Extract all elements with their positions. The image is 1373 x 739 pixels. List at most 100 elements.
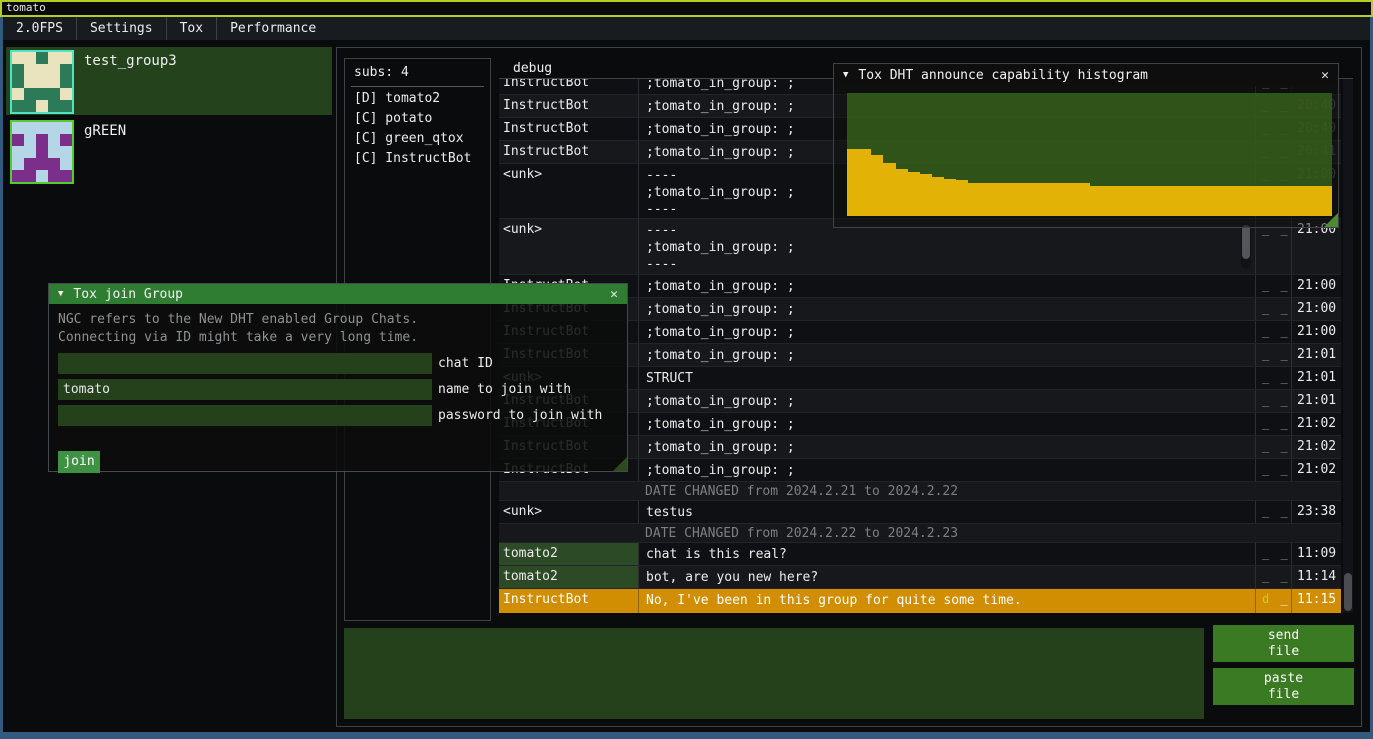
message-input[interactable] (344, 628, 1204, 719)
close-icon[interactable]: ✕ (610, 287, 618, 302)
histogram-bar (1138, 186, 1150, 216)
join-password-input[interactable] (58, 405, 432, 426)
sender-name[interactable]: InstructBot (499, 95, 638, 117)
message-scrollbar[interactable] (1241, 225, 1251, 269)
member-item[interactable]: [C] InstructBot (345, 147, 490, 167)
join-button[interactable]: join (58, 451, 100, 473)
delivery-status: _ _ (1255, 436, 1291, 458)
sender-name[interactable]: <unk> (499, 501, 638, 523)
menu-item-performance[interactable]: Performance (217, 17, 329, 40)
message-text[interactable]: ;tomato_in_group: ; (638, 436, 1255, 458)
message-text[interactable]: STRUCT (638, 367, 1255, 389)
menu-items: SettingsToxPerformance (77, 17, 329, 40)
histogram-bar (1271, 186, 1283, 216)
histogram-bar (944, 179, 956, 216)
message-text[interactable]: ;tomato_in_group: ; (638, 459, 1255, 481)
menu-bar: 2.0FPS SettingsToxPerformance (3, 17, 1370, 40)
join-password-label: password to join with (432, 405, 602, 426)
message-text[interactable]: No, I've been in this group for quite so… (638, 589, 1255, 613)
message-timestamp: 21:02 (1291, 436, 1341, 458)
tab-debug[interactable]: debug (513, 61, 552, 76)
message-timestamp: 21:01 (1291, 367, 1341, 389)
message-text[interactable]: bot, are you new here? (638, 566, 1255, 588)
member-item[interactable]: [D] tomato2 (345, 87, 490, 107)
histogram-bar (1005, 183, 1017, 216)
menu-item-settings[interactable]: Settings (77, 17, 166, 40)
message-text[interactable]: ;tomato_in_group: ; (638, 413, 1255, 435)
message-timestamp: 11:09 (1291, 543, 1341, 565)
delivery-status: _ _ (1255, 344, 1291, 366)
message-timestamp: 11:15 (1291, 589, 1341, 613)
sender-name[interactable]: <unk> (499, 219, 638, 274)
menu-item-tox[interactable]: Tox (167, 17, 216, 40)
delivery-status: _ _ (1255, 298, 1291, 320)
join-group-title: Tox join Group (73, 287, 610, 302)
member-item[interactable]: [C] green_qtox (345, 127, 490, 147)
histogram-bar (1199, 186, 1211, 216)
group-item-test_group3[interactable]: test_group3 (6, 47, 332, 115)
date-separator-row: DATE CHANGED from 2024.2.22 to 2024.2.23 (499, 523, 1341, 542)
empty-name-cell (499, 524, 638, 542)
resize-grip[interactable] (613, 457, 627, 471)
histogram-bar (1296, 186, 1308, 216)
message-timestamp: 21:00 (1291, 298, 1341, 320)
collapse-icon[interactable]: ▼ (843, 70, 848, 80)
sender-name[interactable]: InstructBot (499, 79, 638, 94)
fps-indicator: 2.0FPS (3, 17, 76, 40)
chat-scrollbar-thumb[interactable] (1344, 573, 1352, 611)
message-row: tomato2chat is this real?_ _11:09 (499, 542, 1341, 565)
histogram-bar (1150, 186, 1162, 216)
collapse-icon[interactable]: ▼ (58, 289, 63, 299)
sender-name[interactable]: InstructBot (499, 118, 638, 140)
window-titlebar[interactable]: tomato (0, 0, 1373, 17)
message-timestamp: 23:38 (1291, 501, 1341, 523)
chat-id-input[interactable] (58, 353, 432, 374)
message-text[interactable]: chat is this real? (638, 543, 1255, 565)
close-icon[interactable]: ✕ (1321, 68, 1329, 83)
message-text[interactable]: ;tomato_in_group: ; (638, 344, 1255, 366)
histogram-bar (1235, 186, 1247, 216)
delivery-status: _ _ (1255, 459, 1291, 481)
dht-histogram-titlebar[interactable]: ▼ Tox DHT announce capability histogram … (834, 64, 1338, 86)
delivery-status: _ _ (1255, 501, 1291, 523)
histogram-plot (847, 93, 1332, 216)
histogram-bar (1041, 183, 1053, 216)
delivery-status: _ _ (1255, 275, 1291, 297)
histogram-bar (1174, 186, 1186, 216)
dialog-description-line1: NGC refers to the New DHT enabled Group … (49, 304, 627, 324)
message-scrollbar-thumb[interactable] (1242, 225, 1250, 259)
message-text[interactable]: testus (638, 501, 1255, 523)
message-timestamp: 21:01 (1291, 390, 1341, 412)
histogram-bar (932, 177, 944, 216)
join-name-label: name to join with (432, 379, 571, 400)
chat-scrollbar[interactable] (1343, 79, 1353, 613)
sender-name[interactable]: InstructBot (499, 589, 638, 613)
group-item-gREEN[interactable]: gREEN (6, 117, 332, 185)
histogram-bar (1029, 183, 1041, 216)
message-text[interactable]: ;tomato_in_group: ; (638, 321, 1255, 343)
message-text[interactable]: ;tomato_in_group: ; (638, 390, 1255, 412)
join-group-titlebar[interactable]: ▼ Tox join Group ✕ (49, 284, 627, 304)
paste-file-button[interactable]: paste file (1213, 668, 1354, 705)
join-name-input[interactable] (58, 379, 432, 400)
resize-grip[interactable] (1324, 213, 1338, 227)
send-file-button[interactable]: send file (1213, 625, 1354, 662)
sender-name[interactable]: tomato2 (499, 566, 638, 588)
histogram-bar (1284, 186, 1296, 216)
histogram-bar (1102, 186, 1114, 216)
histogram-bar (1247, 186, 1259, 216)
message-text[interactable]: ;tomato_in_group: ; (638, 275, 1255, 297)
delivery-status: _ _ (1255, 390, 1291, 412)
message-row: InstructBotNo, I've been in this group f… (499, 588, 1341, 613)
histogram-bar (1320, 186, 1332, 216)
histogram-bar (920, 174, 932, 216)
sender-name[interactable]: <unk> (499, 164, 638, 218)
histogram-bar (871, 155, 883, 217)
sender-name[interactable]: InstructBot (499, 141, 638, 163)
histogram-bar (1162, 186, 1174, 216)
sender-name[interactable]: tomato2 (499, 543, 638, 565)
member-item[interactable]: [C] potato (345, 107, 490, 127)
chat-id-label: chat ID (432, 353, 493, 374)
message-text[interactable]: ;tomato_in_group: ; (638, 298, 1255, 320)
histogram-bar (1053, 183, 1065, 216)
